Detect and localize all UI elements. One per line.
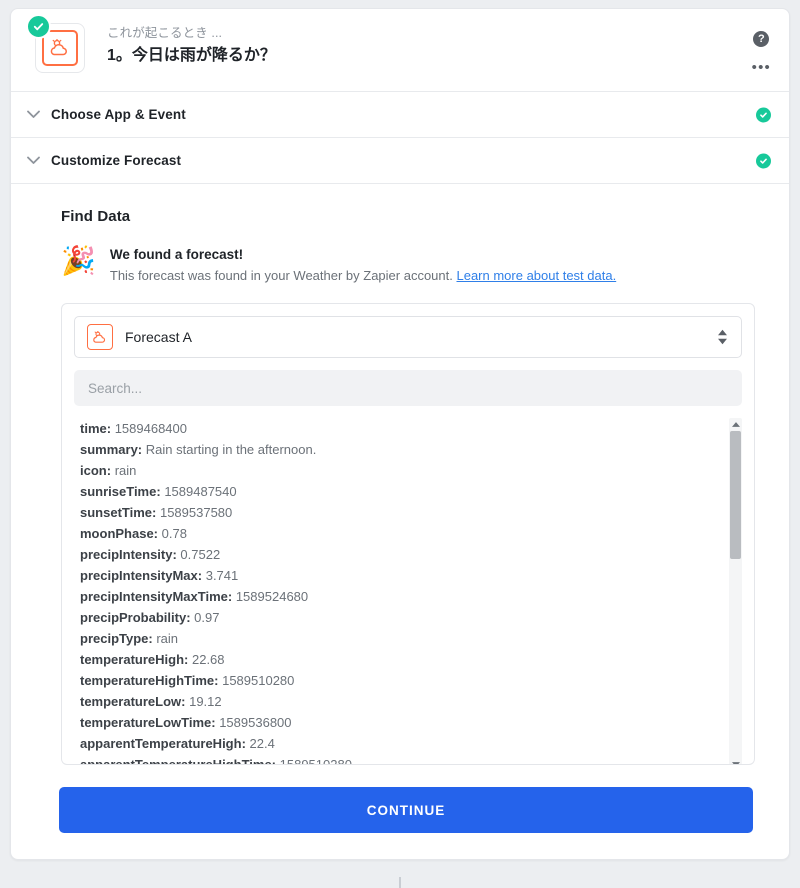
forecast-field-key: precipIntensity:: [80, 547, 177, 562]
find-data-title: Find Data: [61, 208, 131, 225]
forecast-field-value: rain: [156, 631, 179, 646]
forecast-field-row: precipType: rain: [74, 628, 716, 649]
forecast-field-key: moonPhase:: [80, 526, 159, 541]
scroll-up-arrow-icon[interactable]: [729, 418, 742, 430]
forecast-field-key: temperatureLowTime:: [80, 715, 216, 730]
forecast-field-row: moonPhase: 0.78: [74, 523, 716, 544]
forecast-field-row: precipProbability: 0.97: [74, 607, 716, 628]
forecast-field-row: precipIntensityMax: 3.741: [74, 565, 716, 586]
continue-button[interactable]: CONTINUE: [59, 787, 753, 833]
forecast-field-key: precipIntensityMaxTime:: [80, 589, 233, 604]
forecast-field-key: sunsetTime:: [80, 505, 157, 520]
scroll-down-arrow-icon[interactable]: [729, 758, 742, 764]
section-label: Customize Forecast: [51, 153, 182, 168]
forecast-field-key: precipProbability:: [80, 610, 191, 625]
forecast-field-row: sunriseTime: 1589487540: [74, 481, 716, 502]
header-actions: ? •••: [752, 31, 771, 75]
party-popper-icon: 🎉: [61, 245, 96, 276]
forecast-field-key: precipIntensityMax:: [80, 568, 203, 583]
found-forecast-banner: 🎉 We found a forecast! This forecast was…: [61, 245, 761, 285]
app-icon-container: [26, 14, 87, 75]
forecast-field-row: summary: Rain starting in the afternoon.: [74, 439, 716, 460]
forecast-field-key: apparentTemperatureHigh:: [80, 736, 246, 751]
help-icon[interactable]: ?: [753, 31, 770, 47]
weather-cloud-sun-icon: [87, 324, 113, 350]
forecast-field-value: Rain starting in the afternoon.: [145, 442, 317, 457]
section-complete-badge: [756, 153, 771, 168]
forecast-field-value: 1589510280: [279, 757, 352, 765]
forecast-select-value: Forecast A: [125, 329, 192, 345]
scrollbar-thumb[interactable]: [730, 431, 741, 559]
app-icon-frame: [42, 30, 78, 66]
chevron-down-icon: [25, 107, 41, 123]
forecast-field-row: precipIntensityMaxTime: 1589524680: [74, 586, 716, 607]
stepper-arrows-icon[interactable]: [718, 329, 727, 345]
forecast-field-value: 1589510280: [222, 673, 295, 688]
step-header-text: これが起こるとき ... 1。今日は雨が降るか？: [107, 23, 276, 68]
forecast-field-row: apparentTemperatureHigh: 22.4: [74, 733, 716, 754]
forecast-field-key: temperatureHigh:: [80, 652, 189, 667]
step-eyebrow: これが起こるとき ...: [107, 26, 223, 40]
found-heading: We found a forecast!: [109, 247, 244, 262]
data-list-scrollbar[interactable]: [729, 418, 742, 764]
check-icon: [33, 23, 44, 31]
forecast-field-key: apparentTemperatureHighTime:: [80, 757, 277, 765]
section-complete-badge: [756, 107, 771, 122]
forecast-field-key: sunriseTime:: [80, 484, 161, 499]
forecast-field-row: temperatureHigh: 22.68: [74, 649, 716, 670]
forecast-field-row: time: 1589468400: [74, 418, 716, 439]
weather-cloud-sun-icon: [50, 39, 67, 56]
forecast-field-key: time:: [80, 421, 112, 436]
chevron-down-icon: [25, 153, 41, 169]
learn-more-link[interactable]: Learn more about test data.: [456, 268, 616, 283]
forecast-field-row: precipIntensity: 0.7522: [74, 544, 716, 565]
found-subtext: This forecast was found in your Weather …: [110, 266, 616, 285]
found-forecast-text: We found a forecast! This forecast was f…: [110, 245, 616, 285]
check-icon: [760, 112, 767, 118]
page-root: これが起こるとき ... 1。今日は雨が降るか？ ? ••• Choose Ap…: [0, 0, 800, 888]
forecast-field-value: 22.4: [249, 736, 275, 751]
step-header: これが起こるとき ... 1。今日は雨が降るか？ ? •••: [11, 9, 789, 92]
forecast-field-row: temperatureLowTime: 1589536800: [74, 712, 716, 733]
forecast-field-value: 1589524680: [235, 589, 309, 604]
forecast-fields-list: time: 1589468400 summary: Rain starting i…: [74, 418, 742, 765]
forecast-data-panel: Forecast A time: 1589468400summary: Rain…: [61, 303, 755, 765]
forecast-field-value: rain: [114, 463, 137, 478]
forecast-field-key: icon:: [80, 463, 112, 478]
forecast-field-value: 19.12: [189, 694, 222, 709]
forecast-field-row: apparentTemperatureHighTime: 1589510280: [74, 754, 716, 765]
forecast-field-row: temperatureHighTime: 1589510280: [74, 670, 716, 691]
forecast-field-key: summary:: [80, 442, 143, 457]
forecast-field-key: temperatureHighTime:: [80, 673, 219, 688]
search-input[interactable]: [74, 370, 742, 406]
forecast-field-value: 1589487540: [164, 484, 237, 499]
step-complete-badge: [26, 14, 51, 39]
section-label: Choose App & Event: [51, 107, 186, 122]
found-description: This forecast was found in your Weather …: [109, 268, 453, 283]
forecast-field-value: 1589536800: [219, 715, 292, 730]
forecast-field-key: temperatureLow:: [80, 694, 186, 709]
more-options-icon[interactable]: •••: [752, 60, 771, 75]
step-connector-line: [399, 877, 401, 888]
forecast-field-row: sunsetTime: 1589537580: [74, 502, 716, 523]
forecast-field-value: 3.741: [205, 568, 239, 583]
zap-step-card: これが起こるとき ... 1。今日は雨が降るか？ ? ••• Choose Ap…: [10, 8, 790, 860]
forecast-field-value: 1589537580: [159, 505, 233, 520]
forecast-field-value: 22.68: [191, 652, 225, 667]
forecast-field-row: icon: rain: [74, 460, 716, 481]
forecast-field-value: 0.78: [161, 526, 187, 541]
section-choose-app-event[interactable]: Choose App & Event: [11, 92, 789, 138]
step-title: 1。今日は雨が降るか？: [107, 47, 276, 64]
forecast-field-value: 1589468400: [114, 421, 187, 436]
section-customize-forecast[interactable]: Customize Forecast: [11, 138, 789, 184]
find-data-section: Find Data 🎉 We found a forecast! This fo…: [11, 184, 789, 859]
forecast-field-row: temperatureLow: 19.12: [74, 691, 716, 712]
check-icon: [760, 158, 767, 164]
forecast-field-value: 0.7522: [180, 547, 221, 562]
forecast-field-value: 0.97: [194, 610, 220, 625]
forecast-fields-rows: time: 1589468400 summary: Rain starting i…: [74, 418, 716, 765]
forecast-field-key: precipType:: [80, 631, 153, 646]
forecast-select[interactable]: Forecast A: [74, 316, 742, 358]
